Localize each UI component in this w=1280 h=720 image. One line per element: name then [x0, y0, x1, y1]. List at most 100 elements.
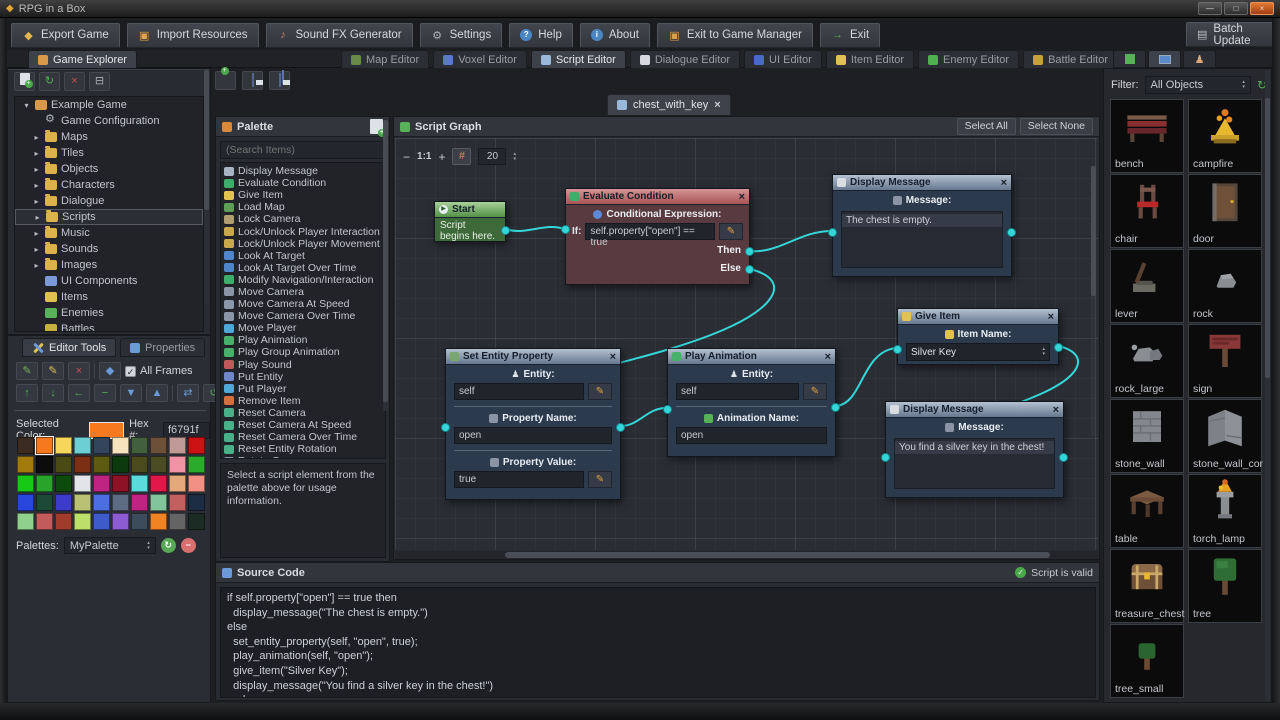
- color-swatch[interactable]: [112, 494, 129, 511]
- menubar-button[interactable]: ⚙ Settings: [420, 23, 503, 48]
- save-all-button[interactable]: [269, 71, 290, 90]
- color-swatch[interactable]: [169, 494, 186, 511]
- shift-down-button[interactable]: ↓: [42, 384, 64, 402]
- palette-select[interactable]: MyPalette ▴▾: [64, 537, 156, 554]
- palette-item[interactable]: Remove Item: [221, 395, 385, 407]
- color-swatch[interactable]: [112, 475, 129, 492]
- input-port[interactable]: [828, 228, 837, 237]
- color-swatch[interactable]: [55, 456, 72, 473]
- palette-item[interactable]: Put Player: [221, 383, 385, 395]
- palette-item[interactable]: Load Map: [221, 201, 385, 213]
- expander-icon[interactable]: ▸: [32, 165, 41, 174]
- delete-button[interactable]: ×: [64, 72, 85, 91]
- close-button[interactable]: ×: [1250, 2, 1274, 15]
- tab-display-view[interactable]: [1148, 50, 1181, 68]
- start-output-port[interactable]: [501, 226, 510, 235]
- color-swatch[interactable]: [17, 513, 34, 530]
- color-swatch[interactable]: [188, 494, 205, 511]
- node-close-icon[interactable]: ×: [825, 351, 831, 363]
- palette-item[interactable]: Reset Camera At Speed: [221, 419, 385, 431]
- color-swatch[interactable]: [169, 513, 186, 530]
- node-close-icon[interactable]: ×: [1048, 311, 1054, 323]
- zoom-reset-button[interactable]: 1:1: [417, 151, 431, 162]
- tree-item[interactable]: ▸ Sounds: [15, 241, 203, 257]
- node-close-icon[interactable]: ×: [1001, 177, 1007, 189]
- color-swatch[interactable]: [188, 437, 205, 454]
- color-swatch[interactable]: [112, 513, 129, 530]
- property-name-field[interactable]: open: [454, 427, 612, 444]
- color-swatch[interactable]: [36, 456, 53, 473]
- palette-item[interactable]: Move Camera Over Time: [221, 310, 385, 322]
- graph-canvas[interactable]: − 1:1 + # ▴▾ ▶Start: [395, 138, 1098, 550]
- message-textarea[interactable]: You find a silver key in the chest!: [894, 438, 1055, 489]
- message-textarea[interactable]: The chest is empty.: [841, 211, 1003, 268]
- palette-script-icon[interactable]: [370, 119, 383, 134]
- objects-scrollbar[interactable]: [1265, 70, 1270, 701]
- color-swatch[interactable]: [74, 456, 91, 473]
- grid-size-stepper[interactable]: ▴▾: [513, 152, 516, 162]
- snap-grid-button[interactable]: #: [452, 148, 471, 165]
- select-all-button[interactable]: Select All: [957, 118, 1016, 135]
- palette-item[interactable]: Play Sound: [221, 359, 385, 371]
- color-swatch[interactable]: [131, 456, 148, 473]
- input-port[interactable]: [893, 345, 902, 354]
- tree-item[interactable]: ▸ Dialogue: [15, 193, 203, 209]
- edit-entity-button[interactable]: ✎: [803, 383, 827, 400]
- layer-up-button[interactable]: ▲: [146, 384, 168, 402]
- item-name-select[interactable]: Silver Key ▴▾: [906, 343, 1050, 361]
- fill-tool-button[interactable]: ◆: [99, 362, 121, 380]
- tab-properties[interactable]: Properties: [120, 338, 205, 357]
- output-port[interactable]: [1054, 343, 1063, 352]
- search-input[interactable]: [220, 141, 386, 159]
- node-display-message-1[interactable]: Display Message× Message: The chest is e…: [832, 174, 1012, 277]
- object-card[interactable]: campfire: [1188, 99, 1262, 173]
- doc-close-icon[interactable]: ×: [714, 99, 720, 111]
- graph-vertical-scrollbar[interactable]: [1091, 166, 1096, 436]
- object-card[interactable]: tree_small: [1110, 624, 1184, 698]
- tree-item[interactable]: ▸ Objects: [15, 161, 203, 177]
- object-card[interactable]: treasure_chest: [1110, 549, 1184, 623]
- shift-up-button[interactable]: ↑: [16, 384, 38, 402]
- editor-tab[interactable]: Battle Editor: [1023, 50, 1118, 68]
- all-frames-checkbox[interactable]: ✓: [125, 366, 136, 377]
- filter-select[interactable]: All Objects ▴▾: [1145, 76, 1251, 94]
- expander-icon[interactable]: ▸: [33, 213, 42, 222]
- edit-value-button[interactable]: ✎: [588, 471, 612, 488]
- object-card[interactable]: tree: [1188, 549, 1262, 623]
- color-swatch[interactable]: [93, 475, 110, 492]
- tree-item[interactable]: ▸ Scripts: [15, 209, 203, 225]
- color-swatch[interactable]: [93, 456, 110, 473]
- palette-item[interactable]: Look At Target Over Time: [221, 262, 385, 274]
- color-swatch[interactable]: [131, 475, 148, 492]
- node-close-icon[interactable]: ×: [739, 191, 745, 203]
- tab-game-explorer[interactable]: Game Explorer: [28, 50, 137, 68]
- editor-tab[interactable]: UI Editor: [744, 50, 822, 68]
- selected-color-swatch[interactable]: [89, 422, 124, 439]
- editor-tab[interactable]: Script Editor: [531, 50, 626, 68]
- color-swatch[interactable]: [36, 513, 53, 530]
- shift-left-button[interactable]: ←: [68, 384, 90, 402]
- attach-tool-button[interactable]: ✎: [16, 362, 38, 380]
- menubar-button[interactable]: ? Help: [509, 23, 573, 48]
- batch-update-button[interactable]: ▤ Batch Update: [1186, 22, 1280, 47]
- entity-field[interactable]: self: [454, 383, 584, 400]
- node-start[interactable]: ▶Start Script begins here.: [434, 201, 506, 242]
- editor-tab[interactable]: Enemy Editor: [918, 50, 1019, 68]
- minimize-button[interactable]: —: [1198, 2, 1222, 15]
- color-swatch[interactable]: [169, 437, 186, 454]
- shift-right-button[interactable]: −: [94, 384, 116, 402]
- tree-scrollbar[interactable]: [204, 70, 209, 304]
- palette-item[interactable]: Lock Camera: [221, 213, 385, 225]
- condition-expression-field[interactable]: self.property["open"] == true: [585, 223, 715, 240]
- color-swatch[interactable]: [74, 513, 91, 530]
- color-swatch[interactable]: [188, 456, 205, 473]
- color-swatch[interactable]: [112, 437, 129, 454]
- flip-button[interactable]: ⇄: [177, 384, 199, 402]
- collapse-button[interactable]: ⊟: [89, 72, 110, 91]
- color-swatch[interactable]: [150, 513, 167, 530]
- grid-size-input[interactable]: [478, 148, 506, 165]
- tab-editor-tools[interactable]: Editor Tools: [22, 338, 116, 357]
- graph-horizontal-scrollbar[interactable]: [395, 551, 1098, 559]
- palette-item[interactable]: Evaluate Condition: [221, 177, 385, 189]
- tree-item[interactable]: Battles: [15, 321, 203, 332]
